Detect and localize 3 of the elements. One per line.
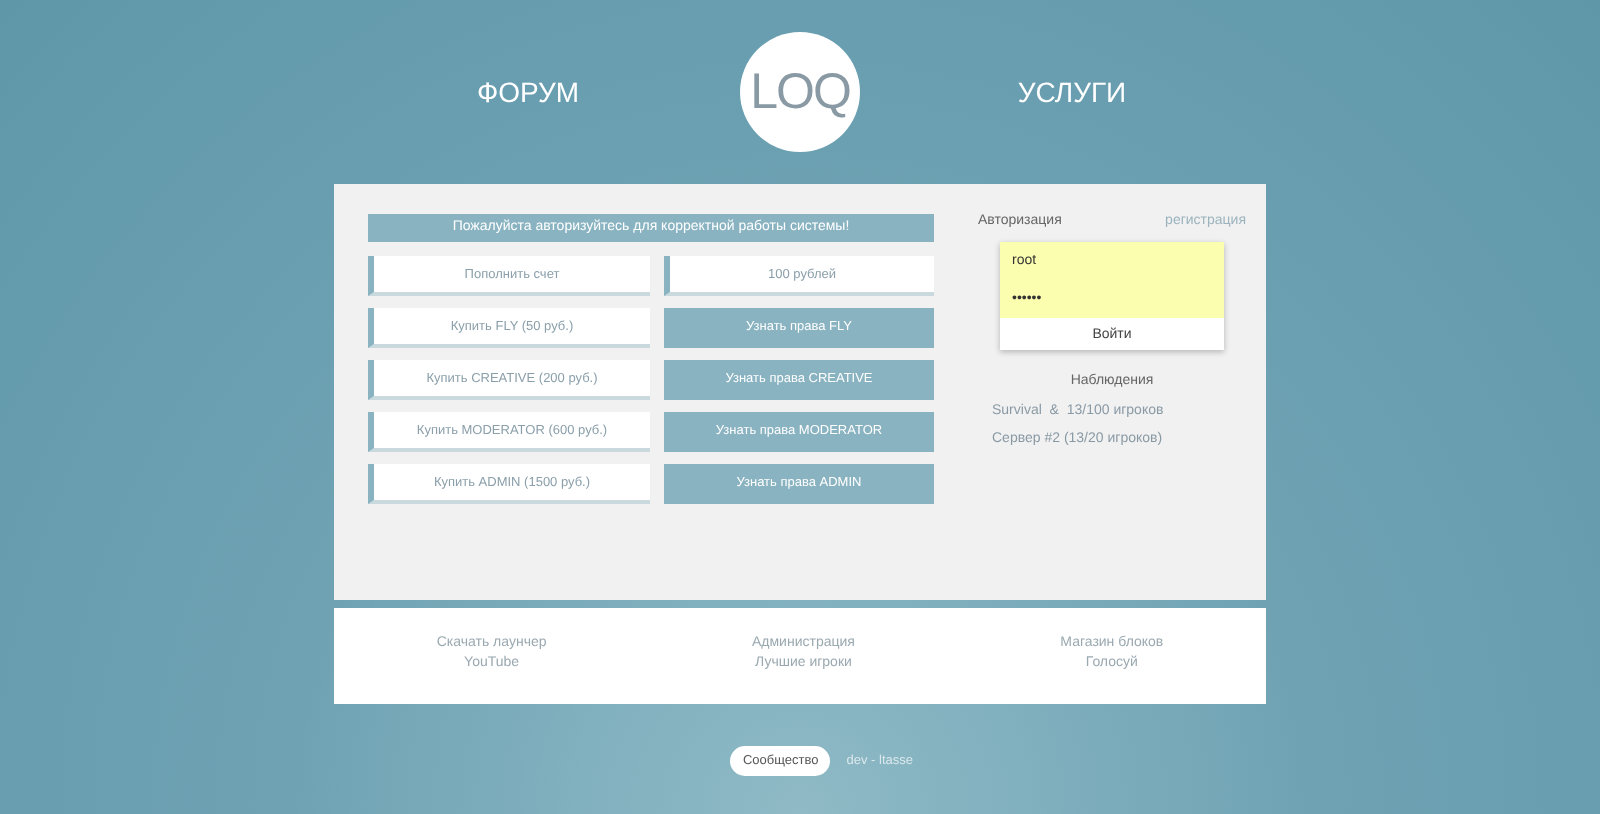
nav-link[interactable]: ФОРУМ bbox=[448, 76, 608, 108]
site-logo[interactable]: LOQ bbox=[740, 32, 860, 152]
nav-link[interactable]: УСЛУГИ bbox=[992, 76, 1152, 108]
